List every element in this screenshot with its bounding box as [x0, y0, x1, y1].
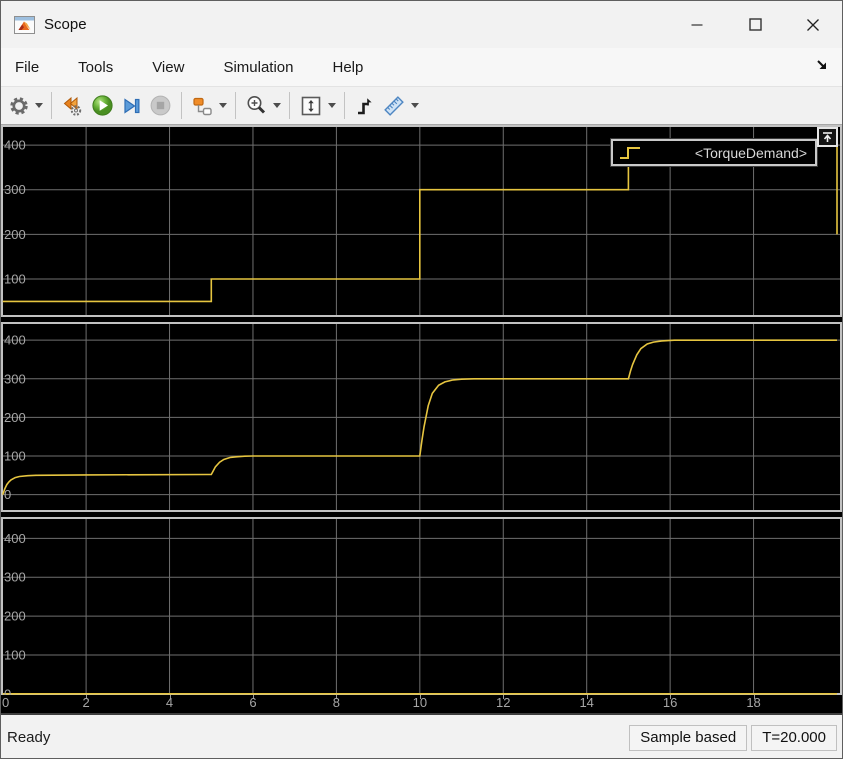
x-tick-label: 12 — [496, 696, 510, 710]
x-tick-label: 18 — [746, 696, 760, 710]
toolbar-separator — [181, 92, 182, 119]
toolbar-separator — [51, 92, 52, 119]
y-tick-label: 400 — [4, 333, 26, 348]
stop-icon — [149, 94, 172, 117]
scope-window: Scope File Tools View Simulation Help — [0, 0, 843, 759]
chevron-down-icon — [35, 103, 43, 108]
legend-label: <TorqueDemand> — [695, 145, 815, 161]
menu-file[interactable]: File — [15, 53, 39, 82]
menu-tools[interactable]: Tools — [78, 53, 113, 82]
minimize-icon — [691, 19, 703, 31]
y-tick-label: 200 — [4, 609, 26, 624]
stop-button[interactable] — [146, 92, 175, 120]
minimize-button[interactable] — [668, 1, 726, 48]
y-tick-label: 300 — [4, 182, 26, 197]
x-tick-label: 14 — [579, 696, 593, 710]
maximize-axes-button[interactable] — [817, 127, 838, 147]
cursor-measurements-dropdown[interactable] — [409, 92, 421, 120]
y-tick-label: 200 — [4, 410, 26, 425]
fit-to-view-icon — [299, 94, 323, 118]
x-tick-label: 6 — [249, 696, 256, 710]
y-tick-label: 200 — [4, 227, 26, 242]
status-text: Ready — [7, 729, 50, 746]
fit-to-view-button[interactable] — [296, 92, 326, 120]
run-icon — [91, 94, 114, 117]
step-back-button[interactable] — [58, 92, 88, 120]
menu-view[interactable]: View — [152, 53, 184, 82]
run-button[interactable] — [88, 92, 117, 120]
toolbar-separator — [289, 92, 290, 119]
zoom-in-icon — [245, 94, 268, 117]
measurements-icon — [382, 94, 406, 118]
chevron-down-icon — [219, 103, 227, 108]
chevron-down-icon — [273, 103, 281, 108]
x-tick-label: 4 — [166, 696, 173, 710]
status-sim-time: T=20.000 — [751, 725, 837, 751]
plot-svg: 0 100 200 300 400 — [1, 517, 842, 695]
configuration-properties-dropdown[interactable] — [33, 92, 45, 120]
configuration-properties-button[interactable] — [5, 92, 33, 120]
chevron-down-icon — [328, 103, 336, 108]
plot-border — [2, 518, 841, 694]
y-tick-label: 400 — [4, 138, 26, 153]
fit-to-view-dropdown[interactable] — [326, 92, 338, 120]
y-tick-label: 300 — [4, 371, 26, 386]
y-tick-label: 100 — [4, 647, 26, 662]
triggers-button[interactable] — [351, 92, 379, 120]
y-tick-label: 0 — [4, 686, 11, 695]
y-tick-label: 0 — [4, 487, 11, 502]
plot-torque-response[interactable]: 0 100 200 300 400 — [1, 322, 842, 512]
highlight-simulink-block-button[interactable] — [188, 92, 217, 120]
zoom-button[interactable] — [242, 92, 271, 120]
maximize-icon — [749, 18, 762, 31]
chevron-down-icon — [411, 103, 419, 108]
plot-torque-demand[interactable]: <TorqueDemand> 100 200 300 400 — [1, 125, 842, 317]
menu-simulation[interactable]: Simulation — [223, 53, 293, 82]
y-tick-label: 100 — [4, 449, 26, 464]
plot-third-signal[interactable]: 0 100 200 300 400 — [1, 517, 842, 695]
step-forward-button[interactable] — [117, 92, 146, 120]
zoom-dropdown[interactable] — [271, 92, 283, 120]
status-sample-mode: Sample based — [629, 725, 747, 751]
signal-selector-icon — [191, 95, 214, 117]
plot-svg: 0 100 200 300 400 — [1, 322, 842, 512]
title-bar[interactable]: Scope — [1, 1, 842, 48]
highlight-simulink-block-dropdown[interactable] — [217, 92, 229, 120]
y-tick-label: 100 — [4, 272, 26, 287]
x-tick-label: 16 — [663, 696, 677, 710]
legend[interactable]: <TorqueDemand> — [611, 139, 817, 166]
toolbar-separator — [235, 92, 236, 119]
close-button[interactable] — [784, 1, 842, 48]
scope-canvas: <TorqueDemand> 100200300400 010020030040… — [1, 125, 842, 713]
gear-icon — [8, 95, 30, 117]
legend-line-icon — [617, 142, 643, 164]
status-bar: Ready Sample based T=20.000 — [1, 713, 842, 759]
window-title: Scope — [44, 16, 87, 33]
maximize-button[interactable] — [726, 1, 784, 48]
menu-bar: File Tools View Simulation Help — [1, 48, 842, 87]
step-forward-icon — [120, 95, 143, 117]
pop-out-arrow-icon — [821, 131, 834, 144]
y-tick-label: 400 — [4, 531, 26, 546]
x-tick-label: 8 — [333, 696, 340, 710]
x-tick-label: 0 — [2, 696, 9, 710]
cursor-measurements-button[interactable] — [379, 92, 409, 120]
x-tick-label: 2 — [82, 696, 89, 710]
x-tick-label: 10 — [413, 696, 427, 710]
trigger-icon — [354, 95, 376, 117]
x-axis-labels: 0 2 4 6 8 10 12 14 16 18 — [1, 695, 842, 713]
toolbar-separator — [344, 92, 345, 119]
toolbar — [1, 87, 842, 125]
close-icon — [806, 18, 820, 32]
menu-overflow-arrow-icon[interactable] — [814, 57, 830, 73]
matlab-scope-icon — [14, 16, 35, 34]
y-tick-label: 300 — [4, 570, 26, 585]
step-back-icon — [61, 95, 85, 117]
menu-help[interactable]: Help — [333, 53, 364, 82]
